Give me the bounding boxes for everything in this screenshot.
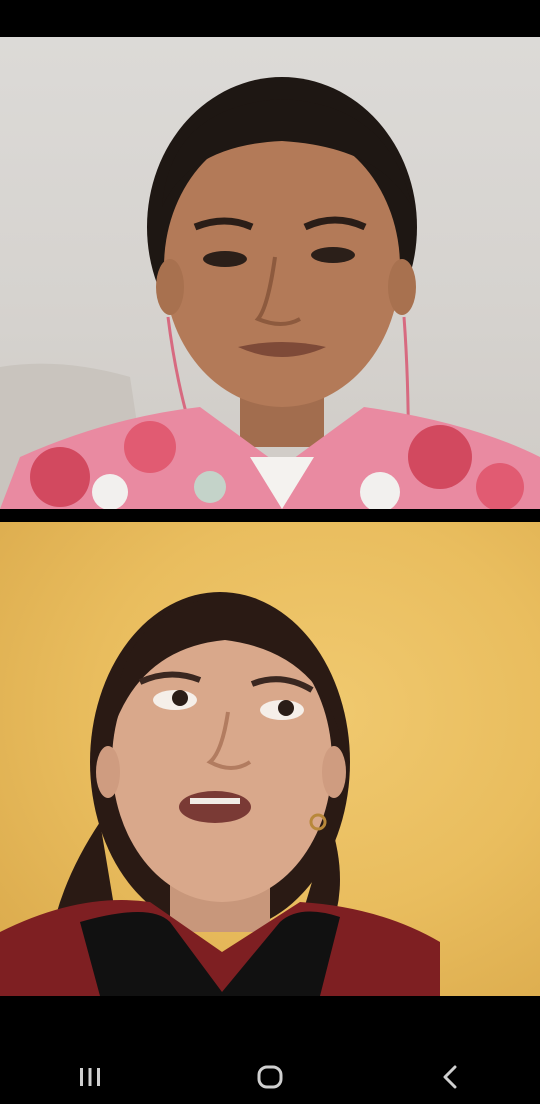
home-icon — [257, 1065, 283, 1089]
status-bar — [0, 0, 540, 36]
navigation-bar — [0, 1050, 540, 1104]
recent-apps-icon — [78, 1066, 102, 1088]
participant-bottom-image — [0, 592, 440, 996]
home-button[interactable] — [225, 1050, 315, 1104]
back-button[interactable] — [405, 1050, 495, 1104]
recent-apps-button[interactable] — [45, 1050, 135, 1104]
participant-video-top[interactable] — [0, 37, 540, 509]
video-call-screen — [0, 0, 540, 1104]
back-icon — [441, 1065, 459, 1089]
participant-video-bottom[interactable] — [0, 522, 540, 996]
participant-top-image — [0, 77, 540, 509]
tile-divider — [0, 509, 540, 522]
